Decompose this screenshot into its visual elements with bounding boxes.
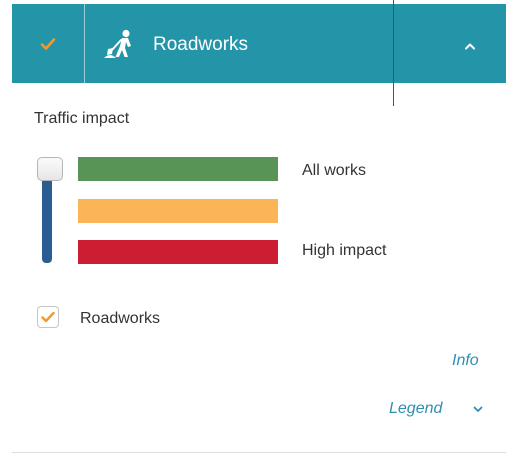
- impact-level-low-bar: [78, 157, 278, 181]
- info-link[interactable]: Info: [452, 352, 479, 370]
- header-divider: [84, 4, 85, 83]
- layer-toggle-checkbox[interactable]: [12, 4, 84, 83]
- roadworks-filter-checkbox[interactable]: [37, 306, 59, 328]
- checkmark-icon: [40, 37, 56, 50]
- roadworks-layer-header[interactable]: Roadworks: [12, 4, 506, 83]
- legend-link[interactable]: Legend: [389, 400, 442, 418]
- roadworks-filter-label: Roadworks: [80, 310, 161, 327]
- impact-slider-track[interactable]: [42, 172, 52, 263]
- map-edge-line: [393, 0, 394, 106]
- impact-level-high-bar: [78, 240, 278, 264]
- checkmark-icon: [41, 311, 55, 323]
- roadworks-worker-icon: [104, 29, 131, 58]
- all-works-label: All works: [302, 162, 367, 179]
- chevron-down-icon: [473, 406, 483, 412]
- layer-title: Roadworks: [153, 34, 249, 55]
- legend-toggle-button[interactable]: [470, 401, 486, 417]
- panel-bottom-divider: [12, 452, 506, 453]
- impact-slider-handle[interactable]: [37, 157, 63, 181]
- traffic-impact-title: Traffic impact: [34, 110, 130, 127]
- impact-level-medium-bar: [78, 199, 278, 223]
- collapse-button[interactable]: [460, 36, 480, 56]
- high-impact-label: High impact: [302, 242, 387, 259]
- chevron-up-icon: [465, 43, 475, 50]
